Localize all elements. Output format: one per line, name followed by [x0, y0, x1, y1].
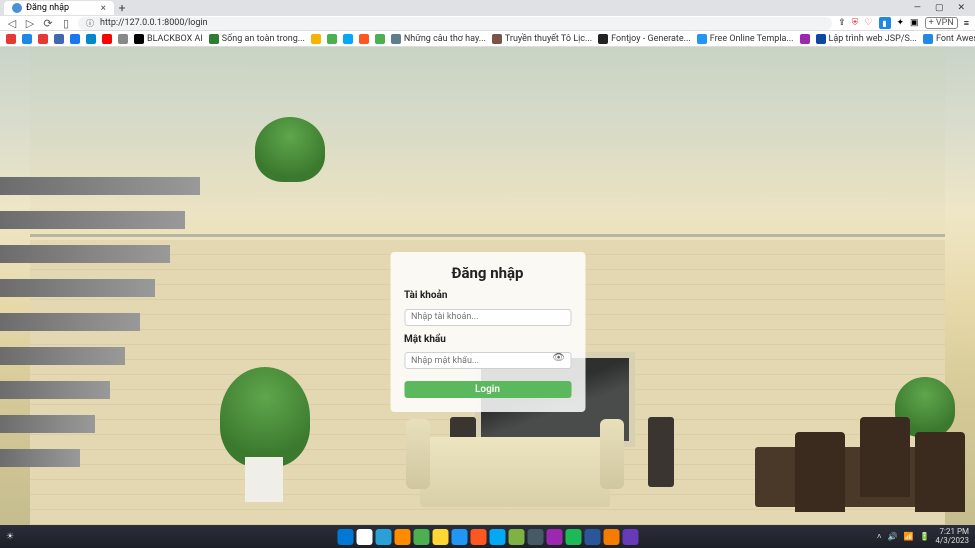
- tray-icon[interactable]: 🔋: [919, 532, 929, 541]
- site-info-icon[interactable]: ⓘ: [86, 18, 94, 29]
- bookmark-item[interactable]: [311, 34, 321, 44]
- browser-chrome: Đăng nhập × + — ▢ ✕ ◁ ▷ ⟳ ▯ ⓘ http://127…: [0, 0, 975, 47]
- page-content: Đăng nhập Tài khoản Mật khẩu 👁 Login: [0, 47, 975, 525]
- taskbar-app-icon[interactable]: [451, 529, 467, 545]
- bookmark-item[interactable]: [54, 34, 64, 44]
- taskbar-app-icon[interactable]: [546, 529, 562, 545]
- address-bar: ◁ ▷ ⟳ ▯ ⓘ http://127.0.0.1:8000/login ⇪ …: [0, 16, 975, 31]
- bookmark-item[interactable]: Lập trình web JSP/S...: [816, 34, 917, 44]
- bookmark-item[interactable]: [102, 34, 112, 44]
- close-icon[interactable]: ×: [101, 3, 106, 14]
- bookmark-item[interactable]: [70, 34, 80, 44]
- menu-icon[interactable]: ≡: [964, 18, 969, 29]
- bg-pot: [245, 457, 283, 502]
- taskbar-app-icon[interactable]: [508, 529, 524, 545]
- bookmark-item[interactable]: [86, 34, 96, 44]
- bookmark-item[interactable]: Những câu thơ hay...: [391, 34, 486, 44]
- login-button[interactable]: Login: [404, 381, 571, 398]
- taskbar-app-icon[interactable]: [622, 529, 638, 545]
- bg-chair: [860, 417, 910, 497]
- system-tray: ˄ 🔊 📶 🔋 7:21 PM 4/3/2023: [877, 528, 969, 546]
- bookmark-item[interactable]: [359, 34, 369, 44]
- new-tab-button[interactable]: +: [114, 0, 130, 16]
- taskbar-app-icon[interactable]: [565, 529, 581, 545]
- share-icon[interactable]: ⇪: [838, 18, 846, 28]
- maximize-button[interactable]: ▢: [935, 3, 944, 13]
- browser-tab[interactable]: Đăng nhập ×: [4, 1, 114, 15]
- taskbar-app-icon[interactable]: [375, 529, 391, 545]
- bg-stairs: [0, 177, 220, 517]
- vpn-button[interactable]: + VPN: [925, 17, 958, 29]
- clock[interactable]: 7:21 PM 4/3/2023: [935, 528, 969, 546]
- taskbar-app-icon[interactable]: [337, 529, 353, 545]
- taskbar-app-icon[interactable]: [584, 529, 600, 545]
- bookmark-item[interactable]: [22, 34, 32, 44]
- puzzle-icon[interactable]: ✦: [897, 18, 905, 28]
- reload-button[interactable]: ⟳: [42, 17, 54, 29]
- username-label: Tài khoản: [404, 290, 571, 301]
- taskbar-app-icon[interactable]: [394, 529, 410, 545]
- bookmark-item[interactable]: Truyền thuyết Tô Lịc...: [492, 34, 592, 44]
- taskbar: ☀ ˄ 🔊 📶 🔋 7:21 PM 4/3/2023: [0, 525, 975, 548]
- bg-chair: [915, 432, 965, 512]
- bookmark-item[interactable]: [800, 34, 810, 44]
- bg-plant: [220, 367, 310, 467]
- bookmark-item[interactable]: Free Online Templa...: [697, 34, 794, 44]
- bookmark-item[interactable]: Font Awesome: [923, 34, 975, 44]
- taskbar-app-icon[interactable]: [356, 529, 372, 545]
- eye-icon[interactable]: 👁: [552, 353, 565, 364]
- toolbar-right: ⇪ ⛨ ♡ ▮ ✦ ▣ + VPN ≡: [838, 17, 969, 29]
- taskbar-app-icon[interactable]: [527, 529, 543, 545]
- weather-widget[interactable]: ☀: [6, 532, 14, 542]
- taskbar-app-icon[interactable]: [470, 529, 486, 545]
- tab-title: Đăng nhập: [26, 3, 69, 13]
- bg-chair: [795, 432, 845, 512]
- minimize-button[interactable]: —: [914, 3, 921, 13]
- bookmark-item[interactable]: Sống an toàn trong...: [209, 34, 305, 44]
- forward-button[interactable]: ▷: [24, 17, 36, 29]
- bookmark-item[interactable]: [118, 34, 128, 44]
- bookmark-item[interactable]: [38, 34, 48, 44]
- tab-favicon: [12, 3, 22, 13]
- tray-icon[interactable]: 🔊: [888, 532, 898, 541]
- url-input[interactable]: ⓘ http://127.0.0.1:8000/login: [78, 17, 832, 30]
- taskbar-app-icon[interactable]: [413, 529, 429, 545]
- password-input[interactable]: [404, 352, 571, 369]
- window-controls: — ▢ ✕: [914, 3, 971, 13]
- bookmark-page-button[interactable]: ▯: [60, 17, 72, 29]
- bookmark-item[interactable]: Fontjoy - Generate...: [598, 34, 691, 44]
- bookmark-item[interactable]: [375, 34, 385, 44]
- heart-icon[interactable]: ♡: [864, 18, 872, 28]
- url-text: http://127.0.0.1:8000/login: [100, 18, 208, 28]
- bookmark-item[interactable]: BLACKBOX AI: [134, 34, 203, 44]
- record-icon[interactable]: ▣: [910, 18, 919, 28]
- taskbar-app-icon[interactable]: [603, 529, 619, 545]
- tray-chevron-icon[interactable]: ˄: [877, 532, 882, 541]
- password-label: Mật khẩu: [404, 334, 571, 345]
- tray-icon[interactable]: 📶: [903, 532, 913, 541]
- bookmark-item[interactable]: [327, 34, 337, 44]
- close-window-button[interactable]: ✕: [957, 3, 965, 13]
- date-text: 4/3/2023: [935, 537, 969, 546]
- weather-icon: ☀: [6, 532, 14, 542]
- taskbar-apps: [337, 529, 638, 545]
- login-card: Đăng nhập Tài khoản Mật khẩu 👁 Login: [390, 252, 585, 412]
- bookmarks-bar: BLACKBOX AI Sống an toàn trong... Những …: [0, 31, 975, 47]
- shield-icon[interactable]: ⛨: [852, 18, 859, 28]
- apps-button[interactable]: [6, 34, 16, 44]
- bg-plant: [255, 117, 325, 182]
- bg-sofa: [420, 437, 610, 507]
- login-title: Đăng nhập: [404, 264, 571, 282]
- bookmark-item[interactable]: [343, 34, 353, 44]
- username-input[interactable]: [404, 309, 571, 326]
- extension-icon[interactable]: ▮: [879, 17, 891, 29]
- back-button[interactable]: ◁: [6, 17, 18, 29]
- taskbar-app-icon[interactable]: [432, 529, 448, 545]
- tab-bar: Đăng nhập × + — ▢ ✕: [0, 0, 975, 16]
- bg-speaker: [648, 417, 674, 487]
- taskbar-app-icon[interactable]: [489, 529, 505, 545]
